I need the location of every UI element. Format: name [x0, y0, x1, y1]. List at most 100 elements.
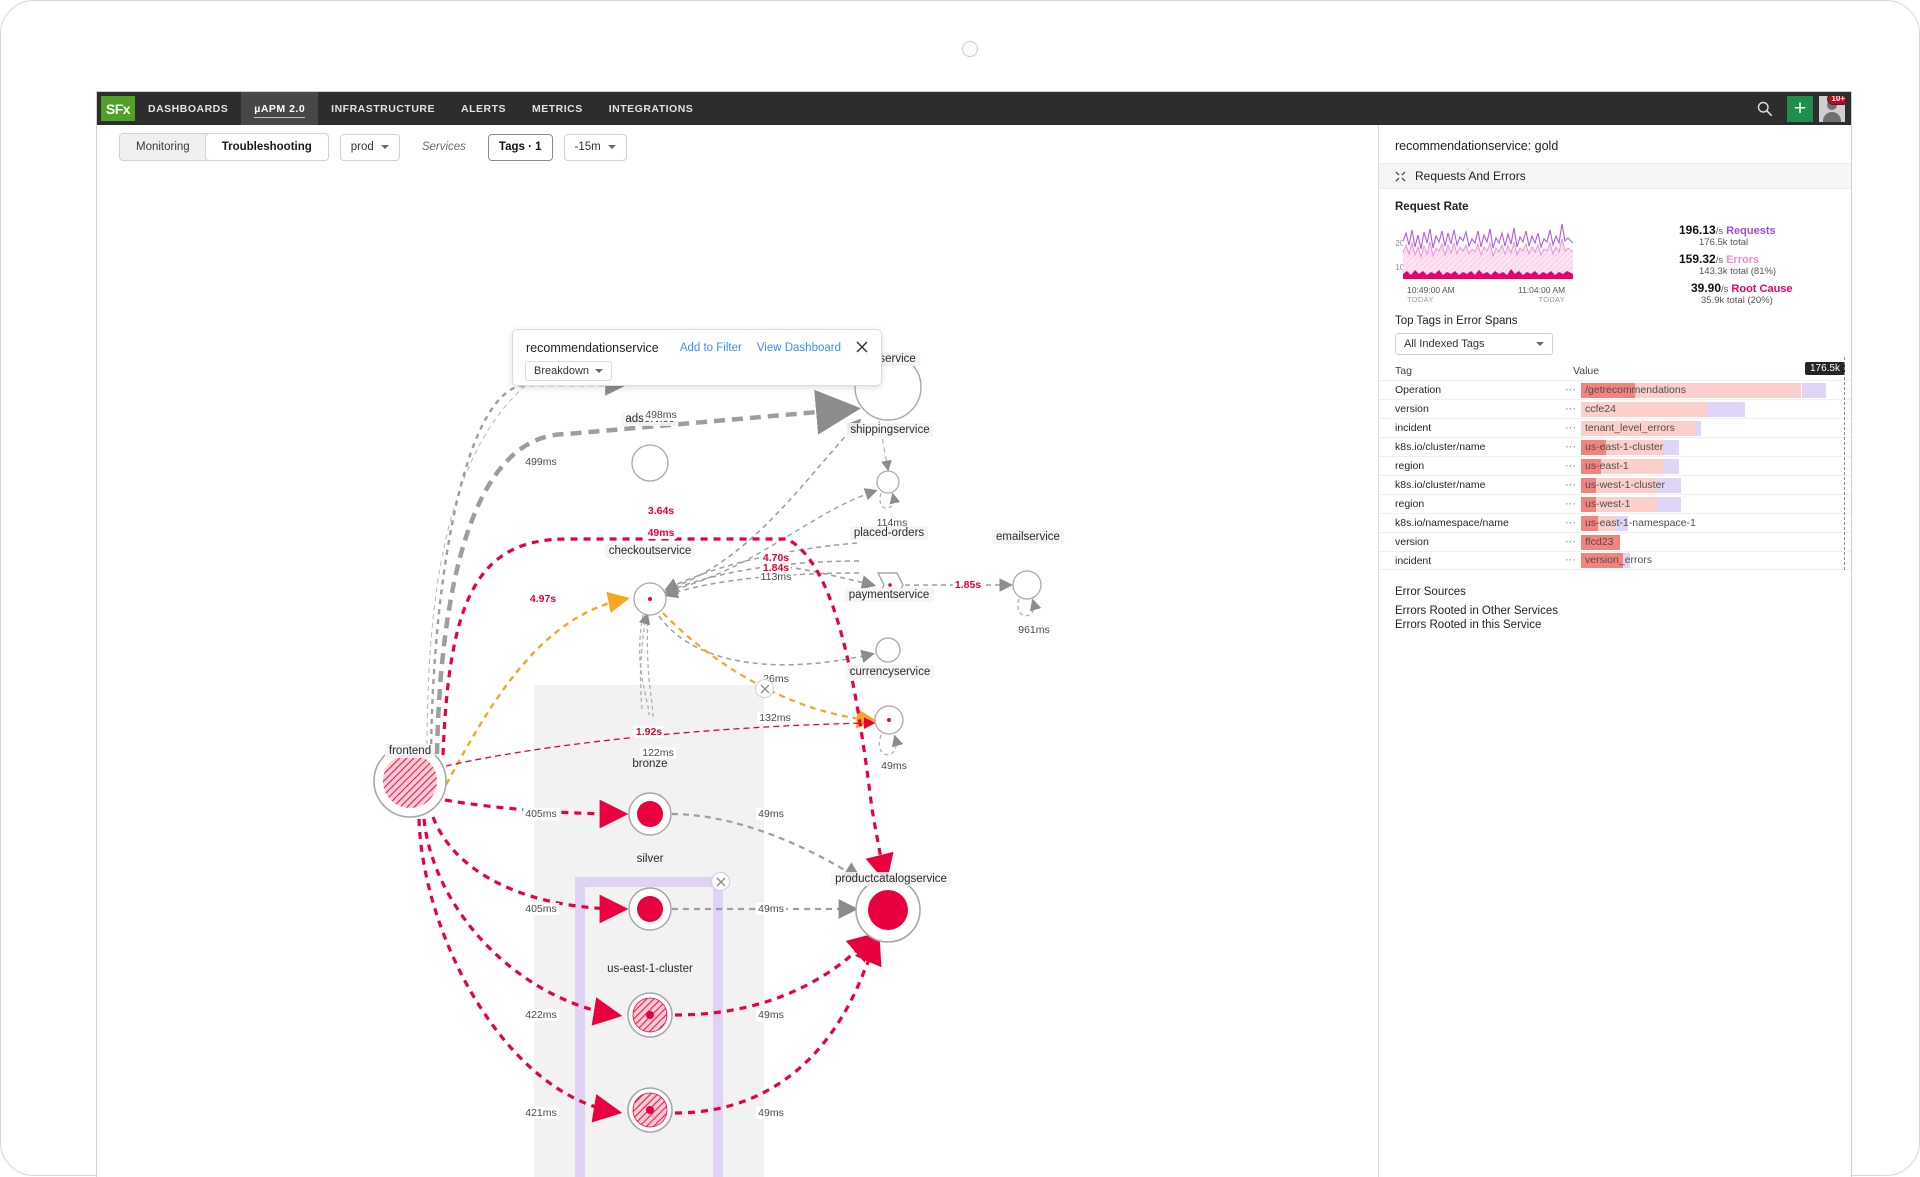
- close-group-cluster-button[interactable]: [711, 872, 730, 891]
- chevron-down-icon: [1536, 342, 1544, 346]
- stat-root-cause-rate: 39.90: [1691, 281, 1722, 295]
- nav-item-metrics[interactable]: METRICS: [519, 92, 596, 125]
- node-label-paymentservice[interactable]: paymentservice: [844, 588, 934, 602]
- row-overflow-icon[interactable]: ⋯: [1565, 385, 1581, 395]
- view-dashboard-link[interactable]: View Dashboard: [757, 342, 841, 354]
- row-overflow-icon[interactable]: ⋯: [1565, 537, 1581, 547]
- error-source-other-services[interactable]: Errors Rooted in Other Services: [1379, 604, 1851, 618]
- node-label-frontend[interactable]: frontend: [384, 744, 436, 758]
- error-sources-title: Error Sources: [1395, 586, 1466, 598]
- max-value-guideline: [1844, 357, 1845, 570]
- stat-requests: 196.13/s Requests 176.5k total: [1679, 223, 1851, 248]
- x-tick-end: 11:04:00 AM TODAY: [1518, 285, 1566, 304]
- table-row[interactable]: incident ⋯ tenant_level_errors: [1379, 418, 1851, 437]
- table-row[interactable]: version ⋯ ccfe24: [1379, 399, 1851, 418]
- service-popover: recommendationservice Add to Filter View…: [512, 329, 882, 386]
- node-label-us-east-1-cluster[interactable]: us-east-1-cluster: [603, 962, 697, 976]
- table-row[interactable]: k8s.io/namespace/name ⋯ us-east-1-namespac…: [1379, 513, 1851, 532]
- tag-value-bar: version_errors: [1581, 553, 1851, 568]
- nav-item-infrastructure[interactable]: INFRASTRUCTURE: [318, 92, 448, 125]
- edge-label: 113ms: [758, 571, 794, 583]
- row-overflow-icon[interactable]: ⋯: [1565, 499, 1581, 509]
- table-row[interactable]: version ⋯ ffcd23: [1379, 532, 1851, 551]
- row-overflow-icon[interactable]: ⋯: [1565, 480, 1581, 490]
- table-row[interactable]: k8s.io/cluster/name ⋯ us-west-1-cluster: [1379, 475, 1851, 494]
- edge-label: 49ms: [756, 1009, 786, 1021]
- edge-label: 114ms: [876, 517, 908, 529]
- row-overflow-icon[interactable]: ⋯: [1565, 461, 1581, 471]
- edge-label: 422ms: [523, 1009, 559, 1021]
- tag-name: k8s.io/namespace/name: [1395, 517, 1509, 529]
- bar-segment-req: [1696, 420, 1702, 436]
- service-map-canvas[interactable]: cartservice adservice shippingservice ch…: [97, 169, 1377, 1177]
- edge-label: 132ms: [757, 712, 793, 724]
- stat-requests-total: 176.5k total: [1699, 237, 1749, 248]
- tag-name: Operation: [1395, 384, 1442, 396]
- close-icon: [856, 341, 868, 353]
- node-label-shippingservice[interactable]: shippingservice: [846, 423, 934, 437]
- node-label-bronze[interactable]: bronze: [628, 757, 671, 771]
- table-row[interactable]: k8s.io/cluster/name ⋯ us-east-1-cluster: [1379, 437, 1851, 456]
- bar-segment-req: [1708, 401, 1746, 417]
- table-row[interactable]: Operation ⋯ /getrecommendations: [1379, 380, 1851, 399]
- node-label-currencyservice[interactable]: currencyservice: [845, 665, 935, 679]
- edge-label: 4.97s: [527, 593, 559, 605]
- avatar[interactable]: 10+: [1819, 95, 1845, 122]
- request-rate-sparkline: [1403, 221, 1573, 279]
- nav-right-controls: + 10+: [1745, 92, 1851, 125]
- request-rate-chart[interactable]: 200/s 100/s: [1379, 221, 1851, 306]
- row-overflow-icon[interactable]: ⋯: [1565, 518, 1581, 528]
- nav-item-uapm[interactable]: µAPM 2.0: [241, 92, 319, 125]
- tag-value: us-west-1-cluster: [1585, 478, 1665, 491]
- max-value-badge: 176.5k: [1804, 362, 1845, 375]
- nav-item-dashboards[interactable]: DASHBOARDS: [135, 92, 241, 125]
- filter-toolbar: Monitoring Troubleshooting prod Services…: [97, 125, 1377, 169]
- add-to-filter-link[interactable]: Add to Filter: [680, 342, 742, 354]
- node-label-checkoutservice[interactable]: checkoutservice: [604, 544, 696, 558]
- time-range-select[interactable]: -15m: [563, 133, 627, 161]
- tab-troubleshooting[interactable]: Troubleshooting: [205, 134, 328, 160]
- tag-filter-value: All Indexed Tags: [1404, 338, 1485, 350]
- row-overflow-icon[interactable]: ⋯: [1565, 404, 1581, 414]
- requests-and-errors-section-header[interactable]: Requests And Errors: [1379, 163, 1851, 189]
- nav-item-alerts[interactable]: ALERTS: [448, 92, 519, 125]
- node-label-silver[interactable]: silver: [633, 852, 668, 866]
- popover-close-button[interactable]: [855, 340, 869, 354]
- search-icon[interactable]: [1745, 92, 1783, 125]
- table-row[interactable]: region ⋯ us-west-1: [1379, 494, 1851, 513]
- tag-name: version: [1395, 536, 1429, 548]
- row-overflow-icon[interactable]: ⋯: [1565, 555, 1581, 565]
- bar-segment-req: [1656, 496, 1682, 512]
- close-icon: [760, 684, 769, 693]
- error-source-this-service[interactable]: Errors Rooted in this Service: [1379, 618, 1851, 632]
- stat-root-cause-total: 35.9k total (20%): [1701, 295, 1773, 306]
- services-filter[interactable]: Services: [410, 133, 477, 161]
- table-row[interactable]: incident ⋯ version_errors: [1379, 551, 1851, 570]
- node-label-productcatalogservice[interactable]: productcatalogservice: [831, 872, 951, 886]
- popover-actions: Add to Filter View Dashboard: [680, 342, 841, 354]
- signalfx-logo[interactable]: SFx: [101, 96, 135, 121]
- breakdown-select[interactable]: Breakdown: [525, 361, 613, 381]
- tags-label: Tags · 1: [498, 141, 542, 153]
- tag-filter-select[interactable]: All Indexed Tags: [1395, 333, 1553, 355]
- edge-label: 405ms: [523, 808, 559, 820]
- node-label-emailservice[interactable]: emailservice: [992, 530, 1064, 544]
- row-overflow-icon[interactable]: ⋯: [1565, 442, 1581, 452]
- close-group-outer-button[interactable]: [755, 679, 774, 698]
- column-header-value: Value: [1573, 365, 1600, 377]
- column-header-tag: Tag: [1395, 365, 1412, 377]
- stat-errors-total: 143.3k total (81%): [1699, 266, 1777, 277]
- tab-monitoring[interactable]: Monitoring: [120, 134, 206, 160]
- environment-select[interactable]: prod: [339, 133, 400, 161]
- tag-name: incident: [1395, 422, 1432, 434]
- plus-icon[interactable]: +: [1787, 95, 1813, 122]
- nav-item-integrations[interactable]: INTEGRATIONS: [596, 92, 707, 125]
- tags-filter[interactable]: Tags · 1: [487, 133, 553, 161]
- row-overflow-icon[interactable]: ⋯: [1565, 423, 1581, 433]
- table-row[interactable]: region ⋯ us-east-1: [1379, 456, 1851, 475]
- tag-value-bar: /getrecommendations: [1581, 382, 1851, 398]
- edge-label: 3.64s: [645, 505, 677, 517]
- service-map-graphics: [373, 336, 1042, 1177]
- edge-label: 499ms: [523, 456, 559, 468]
- tag-name: incident: [1395, 554, 1432, 567]
